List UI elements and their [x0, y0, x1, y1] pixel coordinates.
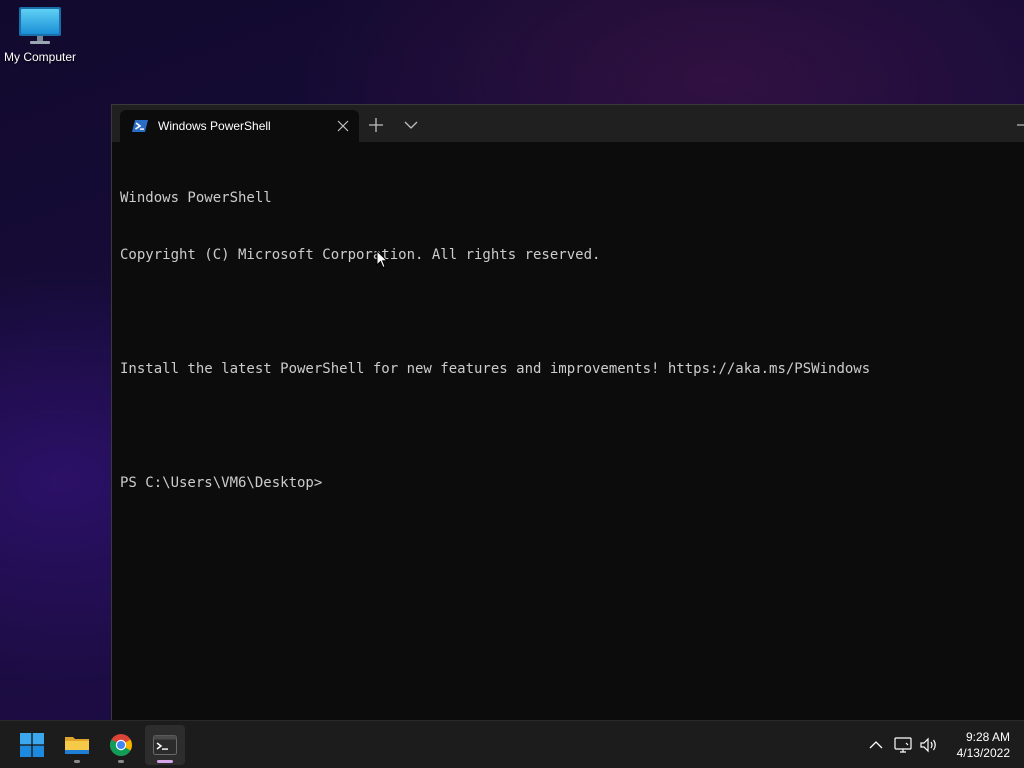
running-indicator — [118, 760, 124, 763]
tab-windows-powershell[interactable]: Windows PowerShell — [120, 110, 359, 142]
chrome-icon — [110, 734, 132, 756]
terminal-icon — [153, 735, 177, 755]
close-icon[interactable] — [336, 119, 350, 133]
volume-icon[interactable] — [918, 735, 938, 755]
minimize-icon[interactable] — [1016, 115, 1024, 135]
network-icon[interactable] — [893, 735, 913, 755]
new-tab-icon[interactable] — [366, 115, 386, 135]
console-line: Install the latest PowerShell for new fe… — [120, 361, 871, 377]
monitor-icon — [19, 7, 61, 44]
taskbar: 9:28 AM 4/13/2022 — [0, 720, 1024, 768]
titlebar[interactable]: Windows PowerShell — [112, 105, 1024, 142]
tab-title: Windows PowerShell — [158, 119, 271, 133]
chevron-up-icon[interactable] — [866, 735, 886, 755]
clock[interactable]: 9:28 AM 4/13/2022 — [946, 729, 1010, 761]
folder-icon — [65, 737, 89, 754]
desktop-icon-my-computer[interactable]: My Computer — [0, 6, 80, 64]
terminal-window[interactable]: Windows PowerShell Windows PowerShell Co… — [111, 104, 1024, 721]
start-button[interactable] — [12, 725, 52, 765]
clock-time: 9:28 AM — [965, 730, 1010, 744]
console-line: Windows PowerShell — [120, 190, 272, 206]
taskbar-terminal[interactable] — [145, 725, 185, 765]
powershell-icon — [132, 120, 148, 132]
console-line: Copyright (C) Microsoft Corporation. All… — [120, 247, 601, 263]
mouse-cursor-icon — [376, 250, 388, 269]
taskbar-file-explorer[interactable] — [57, 725, 97, 765]
running-indicator — [74, 760, 80, 763]
console-output[interactable]: Windows PowerShell Copyright (C) Microso… — [120, 151, 1024, 721]
chevron-down-icon[interactable] — [401, 115, 421, 135]
windows-start-icon — [20, 733, 44, 757]
clock-date: 4/13/2022 — [956, 746, 1010, 760]
taskbar-chrome[interactable] — [101, 725, 141, 765]
desktop-icon-label: My Computer — [3, 50, 77, 64]
console-prompt[interactable]: PS C:\Users\VM6\Desktop> — [120, 474, 1024, 493]
active-indicator — [157, 760, 173, 763]
